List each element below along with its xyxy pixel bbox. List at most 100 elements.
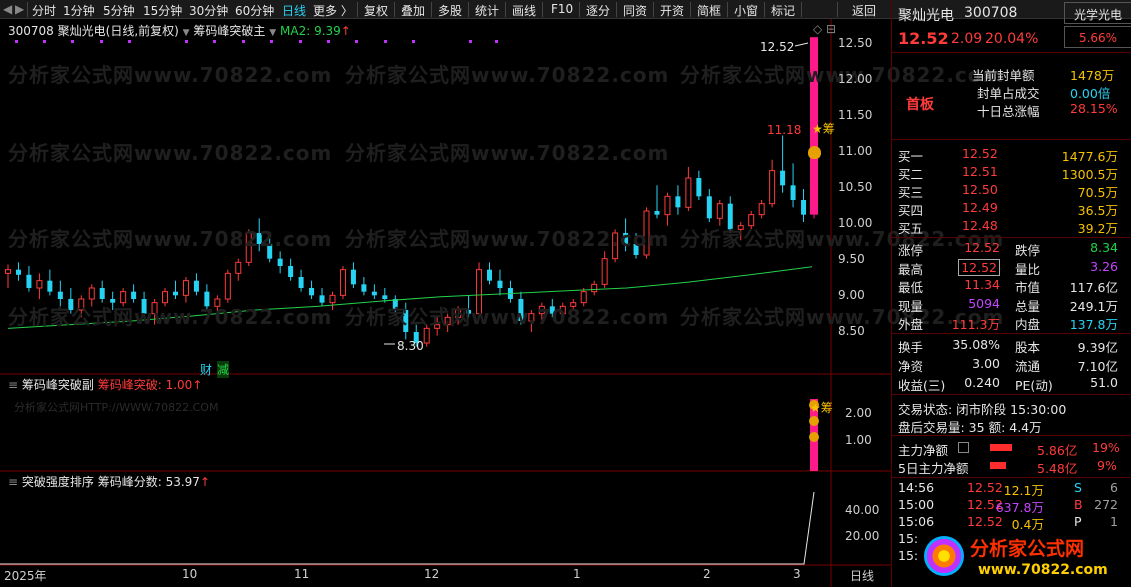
tab-more[interactable]: 更多 〉 [313, 2, 353, 19]
candle-body[interactable] [245, 232, 252, 263]
candle-body[interactable] [643, 210, 650, 256]
candle-body[interactable] [120, 291, 127, 304]
mode-dropdown-icon[interactable]: ▼ [183, 28, 190, 38]
candle-body[interactable] [5, 269, 11, 274]
candle-body[interactable] [758, 203, 765, 216]
candle-body[interactable] [57, 291, 63, 299]
candle-body[interactable] [298, 277, 304, 288]
menu-icon[interactable]: ≡ [8, 475, 18, 489]
candle-body[interactable] [339, 269, 346, 296]
tab-30min[interactable]: 30分钟 [189, 2, 228, 19]
candle-body[interactable] [790, 185, 796, 200]
nav-right-icon[interactable]: ▶ [15, 2, 24, 16]
btn-kaizi[interactable]: 开资 [660, 2, 684, 19]
candle-body[interactable] [423, 327, 430, 344]
candle-body[interactable] [319, 295, 325, 303]
candle-body[interactable] [476, 269, 483, 315]
candle-body[interactable] [623, 233, 629, 244]
candle-body[interactable] [214, 298, 221, 307]
candle-body[interactable] [737, 225, 744, 230]
candle-body[interactable] [193, 280, 199, 292]
info-icon[interactable] [958, 442, 969, 453]
candle-body[interactable] [685, 177, 692, 208]
candle-body[interactable] [601, 258, 608, 285]
candle-body[interactable] [78, 298, 85, 311]
candle-body[interactable] [528, 313, 535, 322]
tab-daily[interactable]: 日线 [282, 2, 306, 19]
candle-body[interactable] [633, 244, 639, 255]
candle-body[interactable] [727, 203, 733, 230]
candle-body[interactable] [487, 269, 493, 281]
candle-body[interactable] [172, 291, 178, 296]
tab-fenshi[interactable]: 分时 [32, 2, 56, 19]
kline-chart[interactable] [0, 19, 891, 587]
btn-tongzi[interactable]: 同资 [623, 2, 647, 19]
candle-body[interactable] [36, 280, 43, 289]
candle-body[interactable] [151, 302, 158, 315]
candle-body[interactable] [267, 244, 273, 259]
candle-body[interactable] [538, 305, 545, 315]
candle-body[interactable] [26, 274, 32, 288]
candle-body[interactable] [288, 266, 294, 277]
candle-body[interactable] [444, 316, 451, 326]
candle-body[interactable] [224, 272, 231, 300]
candle-body[interactable] [371, 291, 377, 296]
candle-body[interactable] [329, 294, 336, 304]
candle-body[interactable] [559, 305, 566, 315]
bid-row[interactable]: 买四 12.49 36.5万 [892, 200, 1131, 218]
candle-body[interactable] [612, 232, 619, 260]
btn-duogu[interactable]: 多股 [438, 2, 462, 19]
nav-left-icon[interactable]: ◀ [3, 2, 12, 16]
btn-fuquan[interactable]: 复权 [364, 2, 388, 19]
tab-5min[interactable]: 5分钟 [103, 2, 135, 19]
btn-biaoji[interactable]: 标记 [771, 2, 795, 19]
candle-body[interactable] [382, 295, 388, 299]
candle-body[interactable] [696, 178, 702, 197]
candle-body[interactable] [110, 299, 116, 303]
candle-body[interactable] [182, 280, 189, 296]
candle-body[interactable] [204, 291, 210, 307]
btn-tongji[interactable]: 统计 [475, 2, 499, 19]
candle-body[interactable] [15, 269, 21, 275]
btn-f10[interactable]: F10 [551, 2, 573, 16]
menu-icon[interactable]: ≡ [8, 378, 18, 392]
candle-body[interactable] [769, 170, 776, 205]
candle-body[interactable] [570, 302, 577, 307]
candle-body[interactable] [141, 299, 147, 314]
candle-body[interactable] [68, 299, 74, 310]
candle-body[interactable] [664, 195, 671, 216]
candle-body[interactable] [591, 283, 598, 293]
candle-body[interactable] [235, 261, 242, 274]
candle-body[interactable] [350, 269, 356, 285]
sub2-indicator-name[interactable]: 突破强度排序 [22, 475, 94, 489]
btn-huaxian[interactable]: 画线 [512, 2, 536, 19]
candle-body[interactable] [434, 324, 441, 329]
zoom-icon[interactable]: ⊟ [826, 22, 836, 36]
jian-marker[interactable]: 减 [217, 361, 230, 378]
bid-row[interactable]: 买五 12.48 39.2万 [892, 218, 1131, 236]
candle-body[interactable] [88, 287, 95, 300]
candle-body[interactable] [706, 196, 712, 219]
candle-body[interactable] [309, 288, 315, 296]
indicator-name[interactable]: 筹码峰突破主 [193, 24, 265, 38]
sub1-indicator-name[interactable]: 筹码峰突破副 [22, 378, 94, 392]
tab-1min[interactable]: 1分钟 [63, 2, 95, 19]
candle-body[interactable] [403, 310, 409, 332]
candle-body[interactable] [654, 211, 660, 215]
candle-body[interactable] [518, 299, 524, 321]
btn-jiankuang[interactable]: 简框 [697, 2, 721, 19]
candle-body[interactable] [748, 214, 755, 227]
candle-body[interactable] [675, 196, 681, 208]
bid-row[interactable]: 买二 12.51 1300.5万 [892, 164, 1131, 182]
btn-xiaochuang[interactable]: 小窗 [734, 2, 758, 19]
tab-15min[interactable]: 15分钟 [143, 2, 182, 19]
chart-area[interactable]: 分析家公式网www.70822.com 分析家公式网www.70822.com … [0, 19, 1003, 587]
bid-row[interactable]: 买三 12.50 70.5万 [892, 182, 1131, 200]
candle-body[interactable] [47, 280, 53, 292]
candle-body[interactable] [277, 258, 283, 266]
btn-zhufen[interactable]: 逐分 [586, 2, 610, 19]
candle-body[interactable] [361, 284, 367, 292]
candle-body[interactable] [455, 309, 462, 318]
candle-body[interactable] [497, 280, 503, 288]
diamond-icon[interactable]: ◇ [813, 22, 822, 36]
